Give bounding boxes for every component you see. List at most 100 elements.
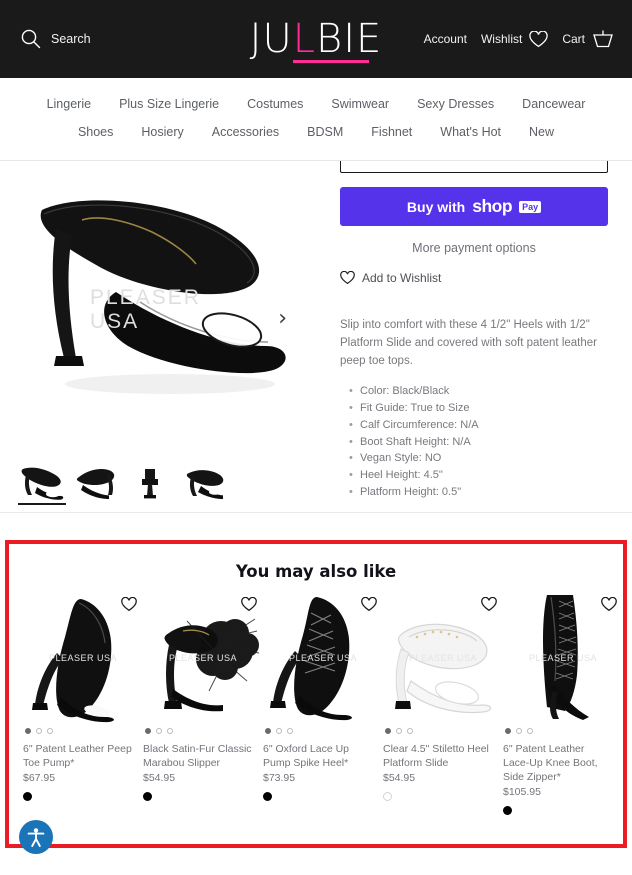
product-card[interactable]: PLEASER USA 6" Patent Leather Lace-Up Kn… [503,593,623,815]
image-carousel-dots[interactable] [383,728,503,734]
heart-icon[interactable] [601,597,617,612]
nav-item-hosiery[interactable]: Hosiery [141,125,183,139]
nav-item-swimwear[interactable]: Swimwear [331,97,389,111]
carousel-dot[interactable] [287,728,293,734]
spec-item: Fit Guide: True to Size [349,400,608,417]
nav-item-accessories[interactable]: Accessories [212,125,279,139]
carousel-dot[interactable] [407,728,413,734]
product-card[interactable]: PLEASER USA Black Satin-Fur Classic Mara… [143,593,263,815]
search-icon [20,28,42,50]
color-swatch-black[interactable] [23,791,32,801]
product-name[interactable]: 6" Patent Leather Lace-Up Knee Boot, Sid… [503,743,623,785]
search-label: Search [51,32,91,46]
thumbnail-3[interactable] [126,459,174,501]
buy-with-shop-pay-button[interactable]: Buy with shop Pay [340,187,608,226]
carousel-dot[interactable] [265,728,271,734]
product-purchase-panel: Buy with shop Pay More payment options A… [330,161,632,512]
color-swatch-clear[interactable] [383,791,392,801]
heart-icon[interactable] [361,597,377,612]
cart-link[interactable]: Cart [562,29,614,49]
product-card[interactable]: PLEASER USA Clear 4.5" Stiletto Heel Pla… [383,593,503,815]
spec-item: Platform Height: 0.5" [349,484,608,501]
search-button[interactable]: Search [20,28,91,50]
product-image[interactable]: PLEASER USA [263,593,383,723]
carousel-dot[interactable] [276,728,282,734]
carousel-dot[interactable] [156,728,162,734]
pay-badge: Pay [519,200,542,213]
main-product-image[interactable]: PLEASER USA › [15,165,315,455]
add-to-cart-button-clipped[interactable] [340,161,608,173]
color-swatch-black[interactable] [503,805,512,815]
heart-icon[interactable] [121,597,137,612]
image-carousel-dots[interactable] [503,728,623,734]
nav-item-bdsm[interactable]: BDSM [307,125,343,139]
nav-item-fishnet[interactable]: Fishnet [371,125,412,139]
spec-item: Heel Height: 4.5" [349,467,608,484]
carousel-dot[interactable] [385,728,391,734]
nav-row-primary: Lingerie Plus Size Lingerie Costumes Swi… [0,90,632,118]
nav-item-dancewear[interactable]: Dancewear [522,97,585,111]
spec-item: Vegan Style: NO [349,450,608,467]
carousel-dot[interactable] [516,728,522,734]
image-carousel-dots[interactable] [143,728,263,734]
accessibility-widget-button[interactable] [19,820,53,854]
heart-icon[interactable] [481,597,497,612]
nav-item-plus-size-lingerie[interactable]: Plus Size Lingerie [119,97,219,111]
heart-icon[interactable] [241,597,257,612]
product-image[interactable]: PLEASER USA [503,593,623,723]
color-swatch-black[interactable] [263,791,272,801]
product-image[interactable]: PLEASER USA [23,593,143,723]
carousel-dot[interactable] [36,728,42,734]
nav-item-whats-hot[interactable]: What's Hot [440,125,501,139]
nav-item-shoes[interactable]: Shoes [78,125,113,139]
site-header: Search JU L BIE Account Wishlist Cart [0,0,632,78]
product-card[interactable]: PLEASER USA 6" Patent Leather Peep Toe P… [23,593,143,815]
product-price: $73.95 [263,771,296,784]
thumbnail-1[interactable] [18,459,66,505]
carousel-dot[interactable] [145,728,151,734]
carousel-dot[interactable] [505,728,511,734]
account-label: Account [423,32,467,46]
account-link[interactable]: Account [424,32,467,46]
product-image[interactable]: PLEASER USA [143,593,263,723]
image-carousel-dots[interactable] [23,728,143,734]
product-price: $54.95 [143,771,176,784]
add-to-wishlist-button[interactable]: Add to Wishlist [340,271,608,285]
carousel-dot[interactable] [396,728,402,734]
cart-label: Cart [562,32,585,46]
wishlist-link[interactable]: Wishlist [480,30,548,48]
image-carousel-dots[interactable] [263,728,383,734]
add-to-cart-button[interactable] [340,161,608,173]
carousel-dot[interactable] [47,728,53,734]
wishlist-label: Wishlist [480,32,523,46]
nav-item-costumes[interactable]: Costumes [247,97,303,111]
recommendations-title: You may also like [235,562,397,581]
carousel-dot[interactable] [167,728,173,734]
product-name[interactable]: Clear 4.5" Stiletto Heel Platform Slide [383,743,503,771]
product-description: Slip into comfort with these 4 1/2" Heel… [340,319,597,367]
thumbnail-2[interactable] [72,459,120,501]
add-to-wishlist-label: Add to Wishlist [362,271,442,285]
color-swatch-black[interactable] [143,791,152,801]
more-payment-options-link[interactable]: More payment options [340,241,608,255]
nav-item-new[interactable]: New [529,125,554,139]
product-card[interactable]: PLEASER USA 6" Oxford Lace Up Pump Spike… [263,593,383,815]
product-price: $67.95 [23,771,56,784]
carousel-dot[interactable] [527,728,533,734]
product-price: $105.95 [503,785,541,798]
nav-item-lingerie[interactable]: Lingerie [47,97,91,111]
heart-icon [529,30,548,48]
carousel-dot[interactable] [25,728,31,734]
spec-item: Calf Circumference: N/A [349,417,608,434]
product-spec-list: Color: Black/Black Fit Guide: True to Si… [340,383,608,500]
product-name[interactable]: 6" Oxford Lace Up Pump Spike Heel* [263,743,383,771]
shoppay-prefix-label: Buy with [406,198,466,215]
next-image-arrow[interactable]: › [278,308,287,330]
product-image[interactable]: PLEASER USA [383,593,503,723]
logo-accent-letter: L [292,16,370,63]
nav-item-sexy-dresses[interactable]: Sexy Dresses [417,97,494,111]
heart-icon [340,271,355,285]
product-name[interactable]: 6" Patent Leather Peep Toe Pump* [23,743,143,771]
product-name[interactable]: Black Satin-Fur Classic Marabou Slipper [143,743,263,771]
thumbnail-4[interactable] [180,459,228,501]
